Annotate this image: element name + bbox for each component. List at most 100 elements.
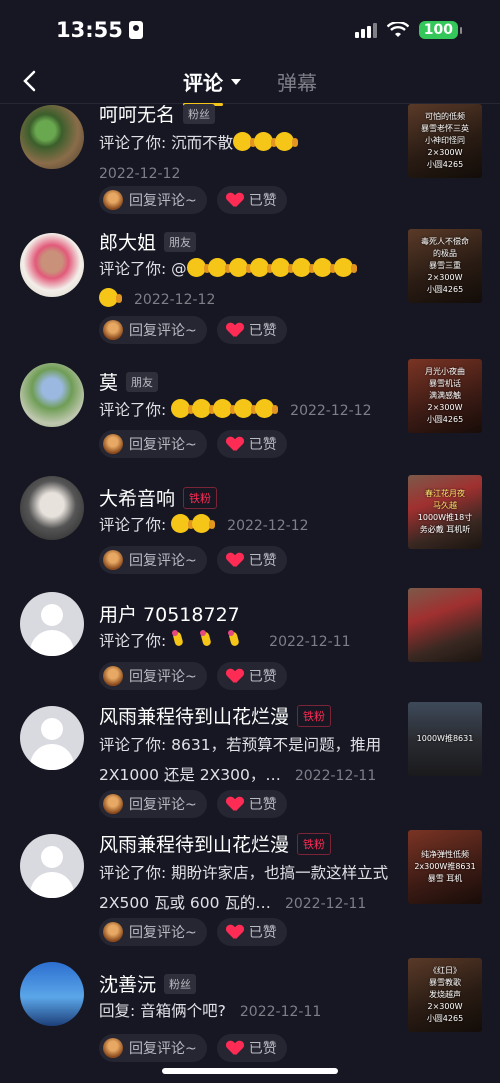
default-avatar-icon[interactable] [20, 592, 84, 656]
video-thumbnail[interactable]: 1000W推8631 [408, 702, 482, 776]
thumb-caption: 暴雪机话 [429, 379, 461, 388]
user-name[interactable]: 呵呵无名 [99, 100, 175, 127]
reply-button[interactable]: 回复评论~ [99, 430, 207, 458]
comment-body: 评论了你: @ [99, 260, 187, 278]
comment-text: 评论了你: 沉而不散 2022-12-12 [99, 128, 399, 189]
thumb-caption: 2×300W [427, 273, 463, 282]
video-thumbnail[interactable]: 毒死人不偿命 的极品 暴雪三重 2×300W 小圆4265 [408, 229, 482, 303]
thumb-caption: 月光小夜曲 [425, 367, 465, 376]
user-name[interactable]: 莫 [99, 368, 118, 395]
avatar[interactable] [20, 962, 84, 1026]
back-arrow-icon[interactable] [16, 66, 46, 96]
video-thumbnail[interactable]: 春江花月夜 马久越 1000W推18寸 务必戴 耳机听 [408, 475, 482, 549]
relation-badge: 朋友 [126, 371, 159, 392]
name-row: 风雨兼程待到山花烂漫 铁粉 [99, 830, 332, 857]
action-row: 回复评论~ 已赞 [99, 430, 287, 458]
tab-comments-label: 评论 [183, 71, 223, 95]
video-thumbnail[interactable]: 纯净弹性低频 2x300W推8631 暴雪 耳机 [408, 830, 482, 904]
liked-button[interactable]: 已赞 [216, 430, 287, 458]
user-name[interactable]: 郎大姐 [99, 228, 156, 255]
thumb-caption: 暴雪老怀三英 [421, 124, 469, 133]
thumb-caption: 小圆4265 [426, 415, 464, 424]
liked-button[interactable]: 已赞 [216, 918, 287, 946]
liked-button[interactable]: 已赞 [216, 316, 287, 344]
tab-comments[interactable]: 评论 [183, 67, 241, 106]
reply-button[interactable]: 回复评论~ [99, 316, 207, 344]
liked-label: 已赞 [248, 193, 277, 209]
comment-body: 评论了你: [99, 632, 172, 650]
comment-body: 评论了你: 沉而不散 [99, 134, 234, 152]
thumb-caption: 暴雪 耳机 [427, 874, 463, 883]
fan-badge: 铁粉 [297, 832, 332, 855]
my-avatar-icon [103, 666, 123, 686]
reply-button[interactable]: 回复评论~ [99, 662, 207, 690]
default-avatar-icon[interactable] [20, 834, 84, 898]
reply-button[interactable]: 回复评论~ [99, 546, 207, 574]
status-time: 13:55 [56, 18, 143, 42]
thumb-caption: 小圆4265 [426, 1014, 464, 1023]
reply-button[interactable]: 回复评论~ [99, 1034, 207, 1062]
liked-button[interactable]: 已赞 [216, 1034, 287, 1062]
avatar[interactable] [20, 363, 84, 427]
comment-date: 2022-12-12 [134, 292, 216, 308]
avatar[interactable] [20, 476, 84, 540]
action-row: 回复评论~ 已赞 [99, 918, 287, 946]
id-card-icon [128, 21, 143, 39]
reply-button[interactable]: 回复评论~ [99, 918, 207, 946]
liked-label: 已赞 [248, 437, 277, 453]
my-avatar-icon [103, 190, 123, 210]
liked-button[interactable]: 已赞 [216, 186, 287, 214]
liked-button[interactable]: 已赞 [216, 662, 287, 690]
user-name[interactable]: 沈善沅 [99, 970, 156, 997]
video-thumbnail[interactable]: 可怕的低频 暴雪老怀三英 小神印怪同 2×300W 小圆4265 [408, 104, 482, 178]
reply-label: 回复评论~ [129, 925, 197, 941]
heart-icon [227, 797, 243, 811]
reply-button[interactable]: 回复评论~ [99, 790, 207, 818]
comment-text: 评论了你: 期盼许家店，也搞一款这样立式 2X500 瓦或 600 瓦的… 202… [99, 858, 389, 919]
name-row: 莫 朋友 [99, 368, 159, 395]
video-thumbnail[interactable]: 月光小夜曲 暴雪机话 满满感触 2×300W 小圆4265 [408, 359, 482, 433]
sparkle-emoji-icon [171, 630, 185, 649]
liked-button[interactable]: 已赞 [216, 546, 287, 574]
user-name[interactable]: 风雨兼程待到山花烂漫 [99, 702, 289, 729]
thumb-caption: 毒死人不偿命 [421, 237, 469, 246]
avatar[interactable] [20, 233, 84, 297]
my-avatar-icon [103, 550, 123, 570]
tab-danmaku[interactable]: 弹幕 [277, 67, 317, 96]
video-thumbnail[interactable]: 《红日》 暴雪教歌 发烧越声 2×300W 小圆4265 [408, 958, 482, 1032]
wifi-icon [386, 22, 409, 37]
comment-date: 2022-12-11 [294, 768, 377, 784]
thumb-caption: 1000W推18寸 [417, 513, 473, 522]
action-row: 回复评论~ 已赞 [99, 546, 287, 574]
chevron-down-icon [231, 78, 241, 85]
thumbs-up-emoji-icon [171, 514, 195, 533]
home-indicator[interactable] [162, 1068, 338, 1074]
comment-date: 2022-12-12 [227, 518, 309, 534]
action-row: 回复评论~ 已赞 [99, 790, 287, 818]
comment-body: 回复: 音箱俩个吧? [99, 1002, 226, 1020]
user-name[interactable]: 风雨兼程待到山花烂漫 [99, 830, 289, 857]
battery-indicator: 100 [418, 21, 463, 39]
comment-text: 评论了你: @ 2022-12-12 [99, 254, 399, 315]
comment-text: 评论了你: 8631，若预算不是问题，推用 2X1000 还是 2X300，… 2… [99, 730, 389, 791]
avatar[interactable] [20, 105, 84, 169]
comment-text: 评论了你: 2022-12-12 [99, 395, 399, 426]
liked-button[interactable]: 已赞 [216, 790, 287, 818]
thumb-caption: 小神印怪同 [425, 136, 465, 145]
fan-badge: 铁粉 [183, 486, 218, 509]
thumb-caption: 暴雪三重 [429, 261, 461, 270]
thumb-caption: 2x300W推8631 [414, 862, 476, 871]
user-name[interactable]: 用户 70518727 [99, 600, 240, 627]
name-row: 沈善沅 粉丝 [99, 970, 197, 997]
thumb-caption: 暴雪教歌 [429, 978, 461, 987]
liked-label: 已赞 [248, 669, 277, 685]
name-row: 风雨兼程待到山花烂漫 铁粉 [99, 702, 332, 729]
relation-badge: 粉丝 [164, 973, 197, 994]
liked-label: 已赞 [248, 797, 277, 813]
reply-button[interactable]: 回复评论~ [99, 186, 207, 214]
my-avatar-icon [103, 434, 123, 454]
video-thumbnail[interactable] [408, 588, 482, 662]
user-name[interactable]: 大希音响 [99, 484, 175, 511]
default-avatar-icon[interactable] [20, 706, 84, 770]
thumb-caption: 2×300W [427, 1002, 463, 1011]
